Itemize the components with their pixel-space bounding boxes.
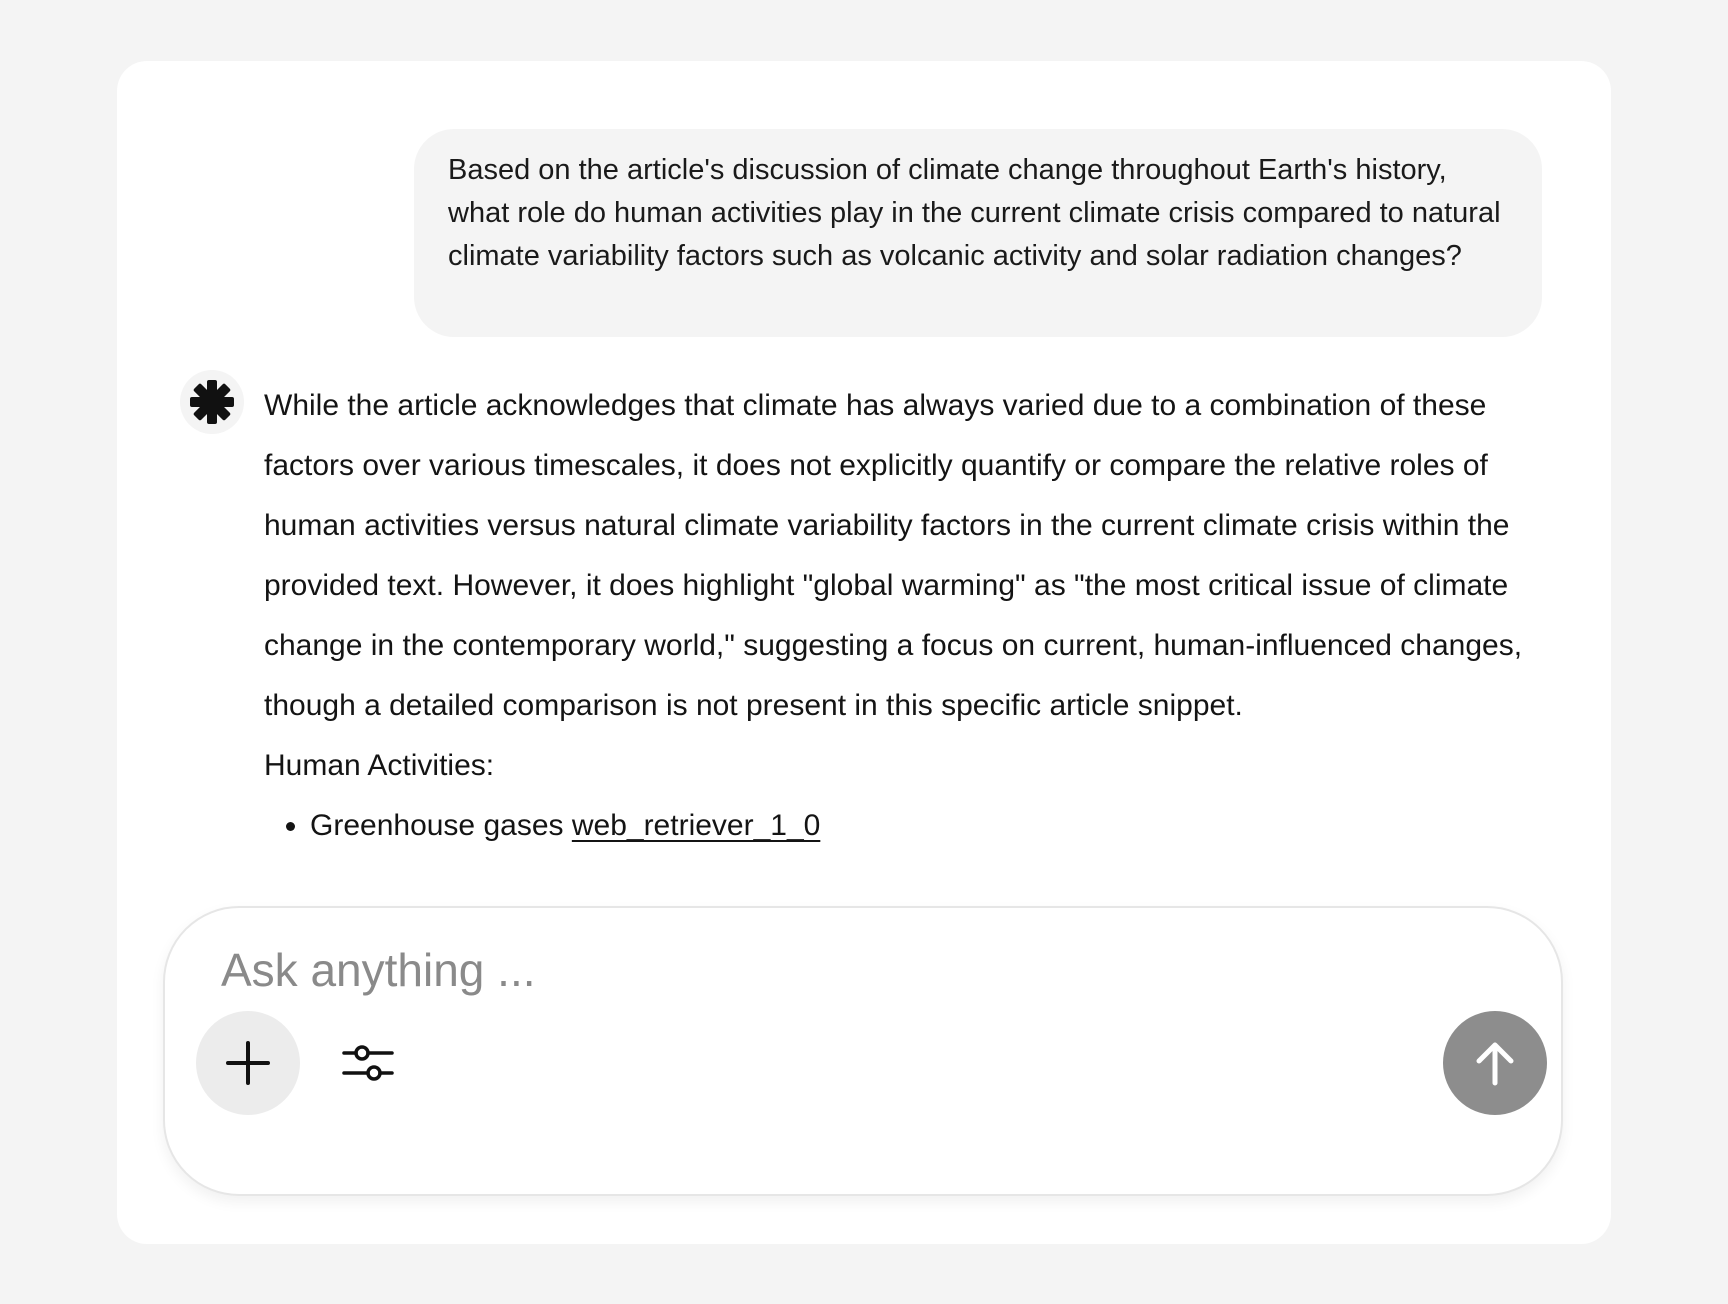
section-title: Human Activities: [264,749,495,782]
bullet-list: Greenhouse gases web_retriever_1_0 [264,796,1564,856]
assistant-paragraph: While the article acknowledges that clim… [264,389,1523,722]
citation-link[interactable]: web_retriever_1_0 [572,809,820,842]
chat-panel: Based on the article's discussion of cli… [117,61,1611,1244]
user-message-bubble: Based on the article's discussion of cli… [414,129,1542,337]
arrow-up-icon [1476,1042,1514,1086]
prompt-input[interactable] [219,934,1423,1006]
bullet-text: Greenhouse gases [310,809,572,842]
send-button[interactable] [1443,1011,1547,1115]
asterisk-logo-icon [190,380,234,424]
add-button[interactable] [196,1011,300,1115]
assistant-avatar [180,370,244,434]
settings-button[interactable] [338,1011,398,1115]
plus-icon [226,1041,270,1085]
user-message-text: Based on the article's discussion of cli… [448,154,1501,272]
sliders-icon [342,1045,394,1081]
chat-composer [163,906,1563,1196]
assistant-message: While the article acknowledges that clim… [264,376,1564,856]
list-item: Greenhouse gases web_retriever_1_0 [310,796,1564,856]
